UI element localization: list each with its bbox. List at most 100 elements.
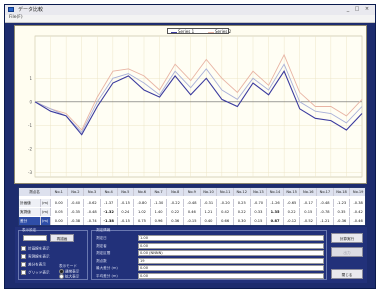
- table-cell: -0.70: [251, 199, 268, 207]
- table-row[interactable]: 計画値 (m) 0.00 -0.40 -0.62 -1.37 -0.15 -0.80 -1.30…: [19, 199, 365, 207]
- table-cell: 1.35: [267, 208, 284, 216]
- info-label: 測点数: [96, 258, 107, 263]
- checkbox-box[interactable]: [21, 262, 26, 267]
- column-header: No.4: [100, 188, 118, 196]
- table-cell: 0.05: [51, 208, 68, 216]
- info-value-field[interactable]: 0.00: [138, 272, 324, 279]
- display-settings-group: 表示設定 再描画 計画線を表示 実測線を表示 差分を表示 グリッド表示 表示モー…: [18, 228, 88, 280]
- table-cell: 0.00: [51, 217, 68, 225]
- table-cell: -1.21: [317, 217, 334, 225]
- column-header: No.16: [300, 188, 318, 196]
- table-cell: -0.15: [118, 217, 135, 225]
- column-header: No.1: [51, 188, 68, 196]
- close-dialog-button[interactable]: 閉じる: [331, 269, 363, 279]
- checkbox-box[interactable]: [21, 270, 26, 275]
- checkbox-difference[interactable]: 差分を表示: [21, 262, 46, 268]
- app-icon: [8, 7, 14, 12]
- checkbox-box[interactable]: [21, 246, 26, 251]
- checkbox-measured-line[interactable]: 実測線を表示: [21, 254, 50, 260]
- y-tick-label: 1: [29, 76, 32, 81]
- table-cell: -0.31: [201, 199, 218, 207]
- table-cell: -0.48: [317, 199, 334, 207]
- display-settings-title: 表示設定: [22, 228, 37, 232]
- table-cell: 1.21: [201, 208, 218, 216]
- table-cell: -0.17: [300, 199, 318, 207]
- info-row: 平均差分 (m) 0.00: [96, 272, 324, 279]
- table-cell: -0.12: [284, 217, 301, 225]
- info-row: 測定日 1.00: [96, 235, 324, 241]
- settings-input[interactable]: [23, 235, 47, 241]
- table-cell: 0.35: [334, 208, 351, 216]
- table-cell: 0.00: [51, 199, 68, 207]
- info-label: 最大差分 (m): [96, 266, 118, 270]
- close-button[interactable]: ×: [363, 6, 371, 13]
- table-row[interactable]: 差分 (m) 0.00 -0.38 -0.74 -1.38 -0.15 0.75 0.96 0.3…: [19, 217, 365, 225]
- table-cell: -0.38: [68, 217, 85, 225]
- info-value-field[interactable]: 0.00 (NNNN): [138, 250, 324, 256]
- table-cell: 0.96: [151, 217, 168, 225]
- y-tick-label: -2: [28, 146, 32, 151]
- table-cell: -0.65: [284, 199, 301, 207]
- row-header: 差分: [19, 217, 41, 225]
- info-value-field[interactable]: 19: [138, 257, 324, 264]
- table-cell: -0.15: [184, 217, 201, 225]
- info-row: 測定区間 0.00 (NNNN): [96, 250, 324, 256]
- y-tick-label: 0: [29, 99, 32, 104]
- table-cell: -0.80: [134, 199, 151, 207]
- column-header: No.19: [350, 188, 365, 196]
- table-corner-header: 測点名: [19, 188, 51, 196]
- menu-bar: File(F): [5, 15, 375, 23]
- table-cell: 0.15: [300, 208, 318, 216]
- table-cell: -0.35: [68, 208, 85, 216]
- table-cell: 1.40: [151, 208, 168, 216]
- column-header: No.18: [333, 188, 351, 196]
- column-header: No.8: [167, 188, 185, 196]
- info-value-field[interactable]: 0.00: [138, 242, 324, 249]
- info-label: 測定区間: [96, 251, 111, 255]
- minimize-button[interactable]: _: [344, 6, 352, 13]
- info-row: 測点数 19: [96, 257, 324, 264]
- table-cell: -0.38: [350, 199, 365, 207]
- measurement-info-group: 測定情報 測定日 1.00 測定者 0.00 測定区間 0.00 (NNNN) 測点数 19 最…: [91, 228, 327, 280]
- table-cell: 0.46: [184, 208, 201, 216]
- table-cell: -0.20: [217, 199, 234, 207]
- table-cell: -0.15: [118, 199, 135, 207]
- column-header: No.13: [250, 188, 268, 196]
- y-tick-label: -1: [28, 123, 32, 128]
- checkbox-box[interactable]: [21, 254, 26, 259]
- menu-file[interactable]: File(F): [9, 15, 23, 20]
- column-header: No.11: [217, 188, 234, 196]
- checkbox-plan-line[interactable]: 計画線を表示: [21, 246, 50, 252]
- table-row[interactable]: 実測値 (m) 0.05 -0.35 -0.48 -1.32 0.24 1.02 1.40 0.2…: [19, 208, 365, 216]
- radio-dot[interactable]: [59, 274, 64, 279]
- table-cell: -1.32: [101, 208, 118, 216]
- column-header: No.3: [84, 188, 101, 196]
- line-chart: 1 0 -1 -2 -3: [28, 35, 363, 178]
- settings-panel: 表示設定 再描画 計画線を表示 実測線を表示 差分を表示 グリッド表示 表示モー…: [15, 227, 367, 283]
- column-header: No.10: [200, 188, 218, 196]
- table-cell: 0.24: [118, 208, 135, 216]
- table-cell: -0.46: [350, 217, 365, 225]
- table-cell: -0.48: [84, 208, 101, 216]
- redraw-button[interactable]: 再描画: [50, 234, 74, 242]
- table-header: 測点名 No.1 No.2 No.3 No.4 No.5 No.6 No.7 No.8 No.9 N…: [19, 188, 365, 196]
- maximize-button[interactable]: □: [353, 6, 361, 13]
- output-button[interactable]: 出力: [331, 247, 363, 257]
- table-cell: -0.78: [317, 208, 334, 216]
- column-header: No.2: [67, 188, 85, 196]
- table-cell: -0.74: [84, 217, 101, 225]
- info-label: 測定者: [96, 243, 107, 248]
- column-header: No.15: [283, 188, 301, 196]
- checkbox-grid[interactable]: グリッド表示: [21, 270, 50, 276]
- column-header: No.14: [267, 188, 284, 196]
- column-header: No.7: [150, 188, 168, 196]
- table-cell: -0.52: [300, 217, 318, 225]
- info-value-field[interactable]: 1.00: [138, 235, 324, 241]
- chart-legend: Series 1 Series 2: [167, 28, 231, 34]
- legend-series-1: Series 1: [171, 29, 194, 34]
- table-cell: -0.42: [350, 208, 365, 216]
- radio-zoom[interactable]: 拡大表示: [59, 274, 79, 280]
- table-cell: -0.48: [184, 199, 201, 207]
- calculate-button[interactable]: 計算実行: [331, 233, 363, 243]
- info-value-field[interactable]: 0.00: [138, 265, 324, 271]
